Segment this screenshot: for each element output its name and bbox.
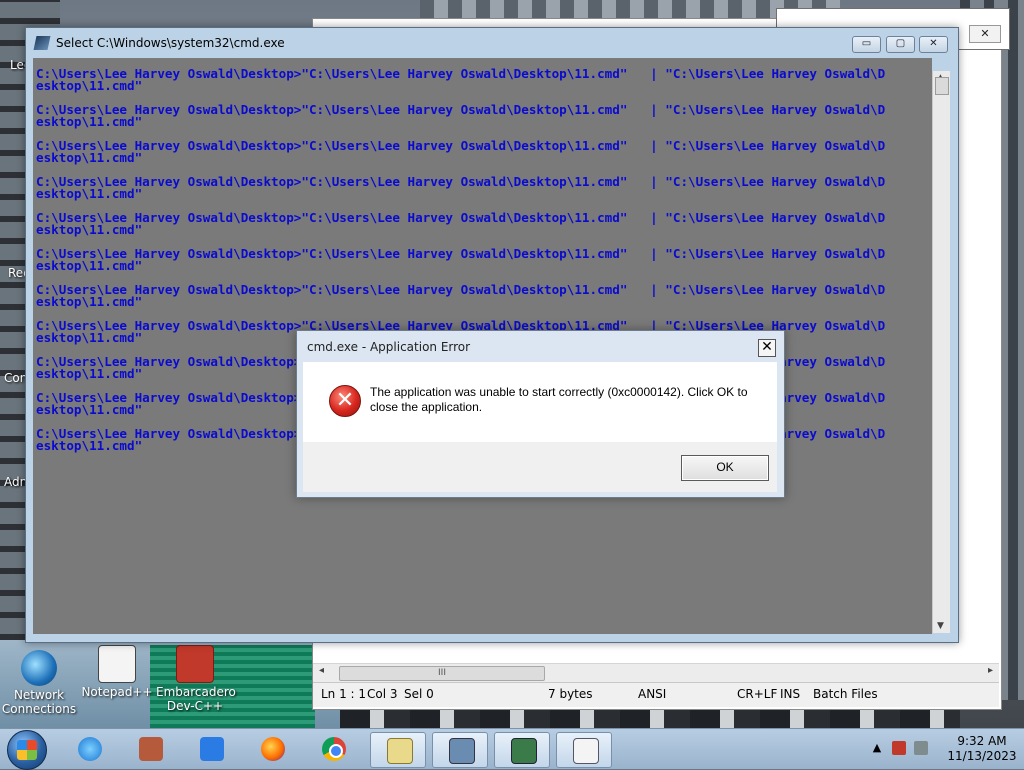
- chrome-icon: [322, 737, 346, 761]
- taskbar-firefox[interactable]: [245, 732, 299, 766]
- system-tray: ▲: [870, 741, 940, 757]
- desktop-edge-label[interactable]: Con: [4, 371, 27, 385]
- network-error-icon[interactable]: [892, 741, 906, 755]
- taskbar-notepad[interactable]: [370, 732, 426, 768]
- desktop-icon-label: Dev-C++: [166, 699, 224, 713]
- start-button[interactable]: [7, 730, 47, 770]
- network-icon: [21, 650, 57, 686]
- taskbar-cmd-2[interactable]: [494, 732, 550, 768]
- taskbar-cmd-1[interactable]: [432, 732, 488, 768]
- cmd-icon: [449, 738, 475, 764]
- console-line: C:\Users\Lee Harvey Oswald\Desktop>"C:\U…: [36, 212, 886, 237]
- window-icon: [573, 738, 599, 764]
- console-line: C:\Users\Lee Harvey Oswald\Desktop>"C:\U…: [36, 104, 886, 129]
- taskbar-store[interactable]: [123, 732, 177, 766]
- error-x-icon: ✕: [329, 385, 361, 417]
- scroll-down-icon[interactable]: ▼: [937, 621, 944, 631]
- scroll-thumb[interactable]: III: [339, 666, 545, 681]
- desktop-icon-notepadpp[interactable]: Notepad++: [78, 645, 156, 699]
- cmd-window-icon: [33, 36, 51, 50]
- taskbar: ▲ 9:32 AM 11/13/2023: [0, 728, 1024, 770]
- console-line: C:\Users\Lee Harvey Oswald\Desktop>"C:\U…: [36, 248, 886, 273]
- scroll-right-icon[interactable]: ▸: [988, 665, 993, 676]
- status-position: Ln 1 : 1: [321, 687, 367, 701]
- dialog-content: ✕ The application was unable to start co…: [303, 362, 777, 442]
- taskbar-cmd-3[interactable]: [556, 732, 612, 768]
- status-eol: CR+LF: [737, 687, 778, 701]
- volume-muted-icon[interactable]: [914, 741, 928, 755]
- dialog-footer: OK: [303, 442, 777, 492]
- dialog-close-button[interactable]: ✕: [758, 339, 776, 357]
- application-error-dialog[interactable]: cmd.exe - Application Error ✕ ✕ The appl…: [296, 330, 785, 498]
- desktop-icon-label: Embarcadero: [156, 685, 236, 699]
- vertical-scrollbar[interactable]: ▲ ▼: [932, 71, 950, 633]
- clock-time: 9:32 AM: [957, 734, 1007, 748]
- error-message: The application was unable to start corr…: [370, 385, 748, 414]
- ok-button[interactable]: OK: [681, 455, 769, 481]
- minimize-button[interactable]: ▭: [852, 36, 881, 53]
- console-line: C:\Users\Lee Harvey Oswald\Desktop>"C:\U…: [36, 140, 886, 165]
- dialog-close-button[interactable]: ✕: [969, 25, 1001, 43]
- taskbar-music[interactable]: [184, 732, 238, 766]
- console-line: C:\Users\Lee Harvey Oswald\Desktop>"C:\U…: [36, 284, 886, 309]
- desktop-icon-network-connections[interactable]: Network Connections: [0, 650, 78, 716]
- scroll-thumb[interactable]: [935, 77, 949, 95]
- status-insert-mode: INS: [780, 687, 801, 701]
- cmd-icon: [511, 738, 537, 764]
- desktop-icon-devcpp[interactable]: Embarcadero Dev-C++: [156, 645, 236, 713]
- taskbar-internet-explorer[interactable]: [62, 732, 116, 766]
- notepadpp-icon: [98, 645, 136, 683]
- status-selection: Sel 0: [404, 687, 434, 701]
- status-encoding: ANSI: [638, 687, 667, 701]
- console-line: C:\Users\Lee Harvey Oswald\Desktop>"C:\U…: [36, 176, 886, 201]
- tray-expand-icon[interactable]: ▲: [870, 741, 884, 755]
- devcpp-icon: [176, 645, 214, 683]
- maximize-button[interactable]: ▢: [886, 36, 915, 53]
- cmd-title-bar[interactable]: Select C:\Windows\system32\cmd.exe ▭ ▢ ✕: [26, 28, 958, 58]
- windows-logo-icon: [17, 740, 37, 760]
- notepad-icon: [387, 738, 413, 764]
- desktop-icon-label: Network: [13, 688, 65, 702]
- horizontal-scrollbar[interactable]: ◂ III ▸: [313, 663, 999, 682]
- dialog-title: cmd.exe - Application Error: [307, 340, 471, 354]
- desktop-edge-label[interactable]: Adn: [4, 475, 27, 489]
- desktop-icon-label: Connections: [1, 702, 77, 716]
- store-icon: [139, 737, 163, 761]
- status-column: Col 3: [367, 687, 398, 701]
- desktop-icon-label: Notepad++: [81, 685, 153, 699]
- status-language: Batch Files: [813, 687, 878, 701]
- cmd-window-title: Select C:\Windows\system32\cmd.exe: [56, 36, 285, 50]
- internet-explorer-icon: [78, 737, 102, 761]
- taskbar-chrome[interactable]: [306, 732, 360, 766]
- status-bar: Ln 1 : 1 Col 3 Sel 0 7 bytes ANSI CR+LF …: [313, 682, 999, 707]
- clock-date: 11/13/2023: [947, 749, 1017, 763]
- close-button[interactable]: ✕: [919, 36, 948, 53]
- status-size: 7 bytes: [548, 687, 593, 701]
- music-icon: [200, 737, 224, 761]
- clock[interactable]: 9:32 AM 11/13/2023: [946, 734, 1018, 764]
- console-line: C:\Users\Lee Harvey Oswald\Desktop>"C:\U…: [36, 68, 886, 93]
- firefox-icon: [261, 737, 285, 761]
- scroll-left-icon[interactable]: ◂: [319, 665, 324, 676]
